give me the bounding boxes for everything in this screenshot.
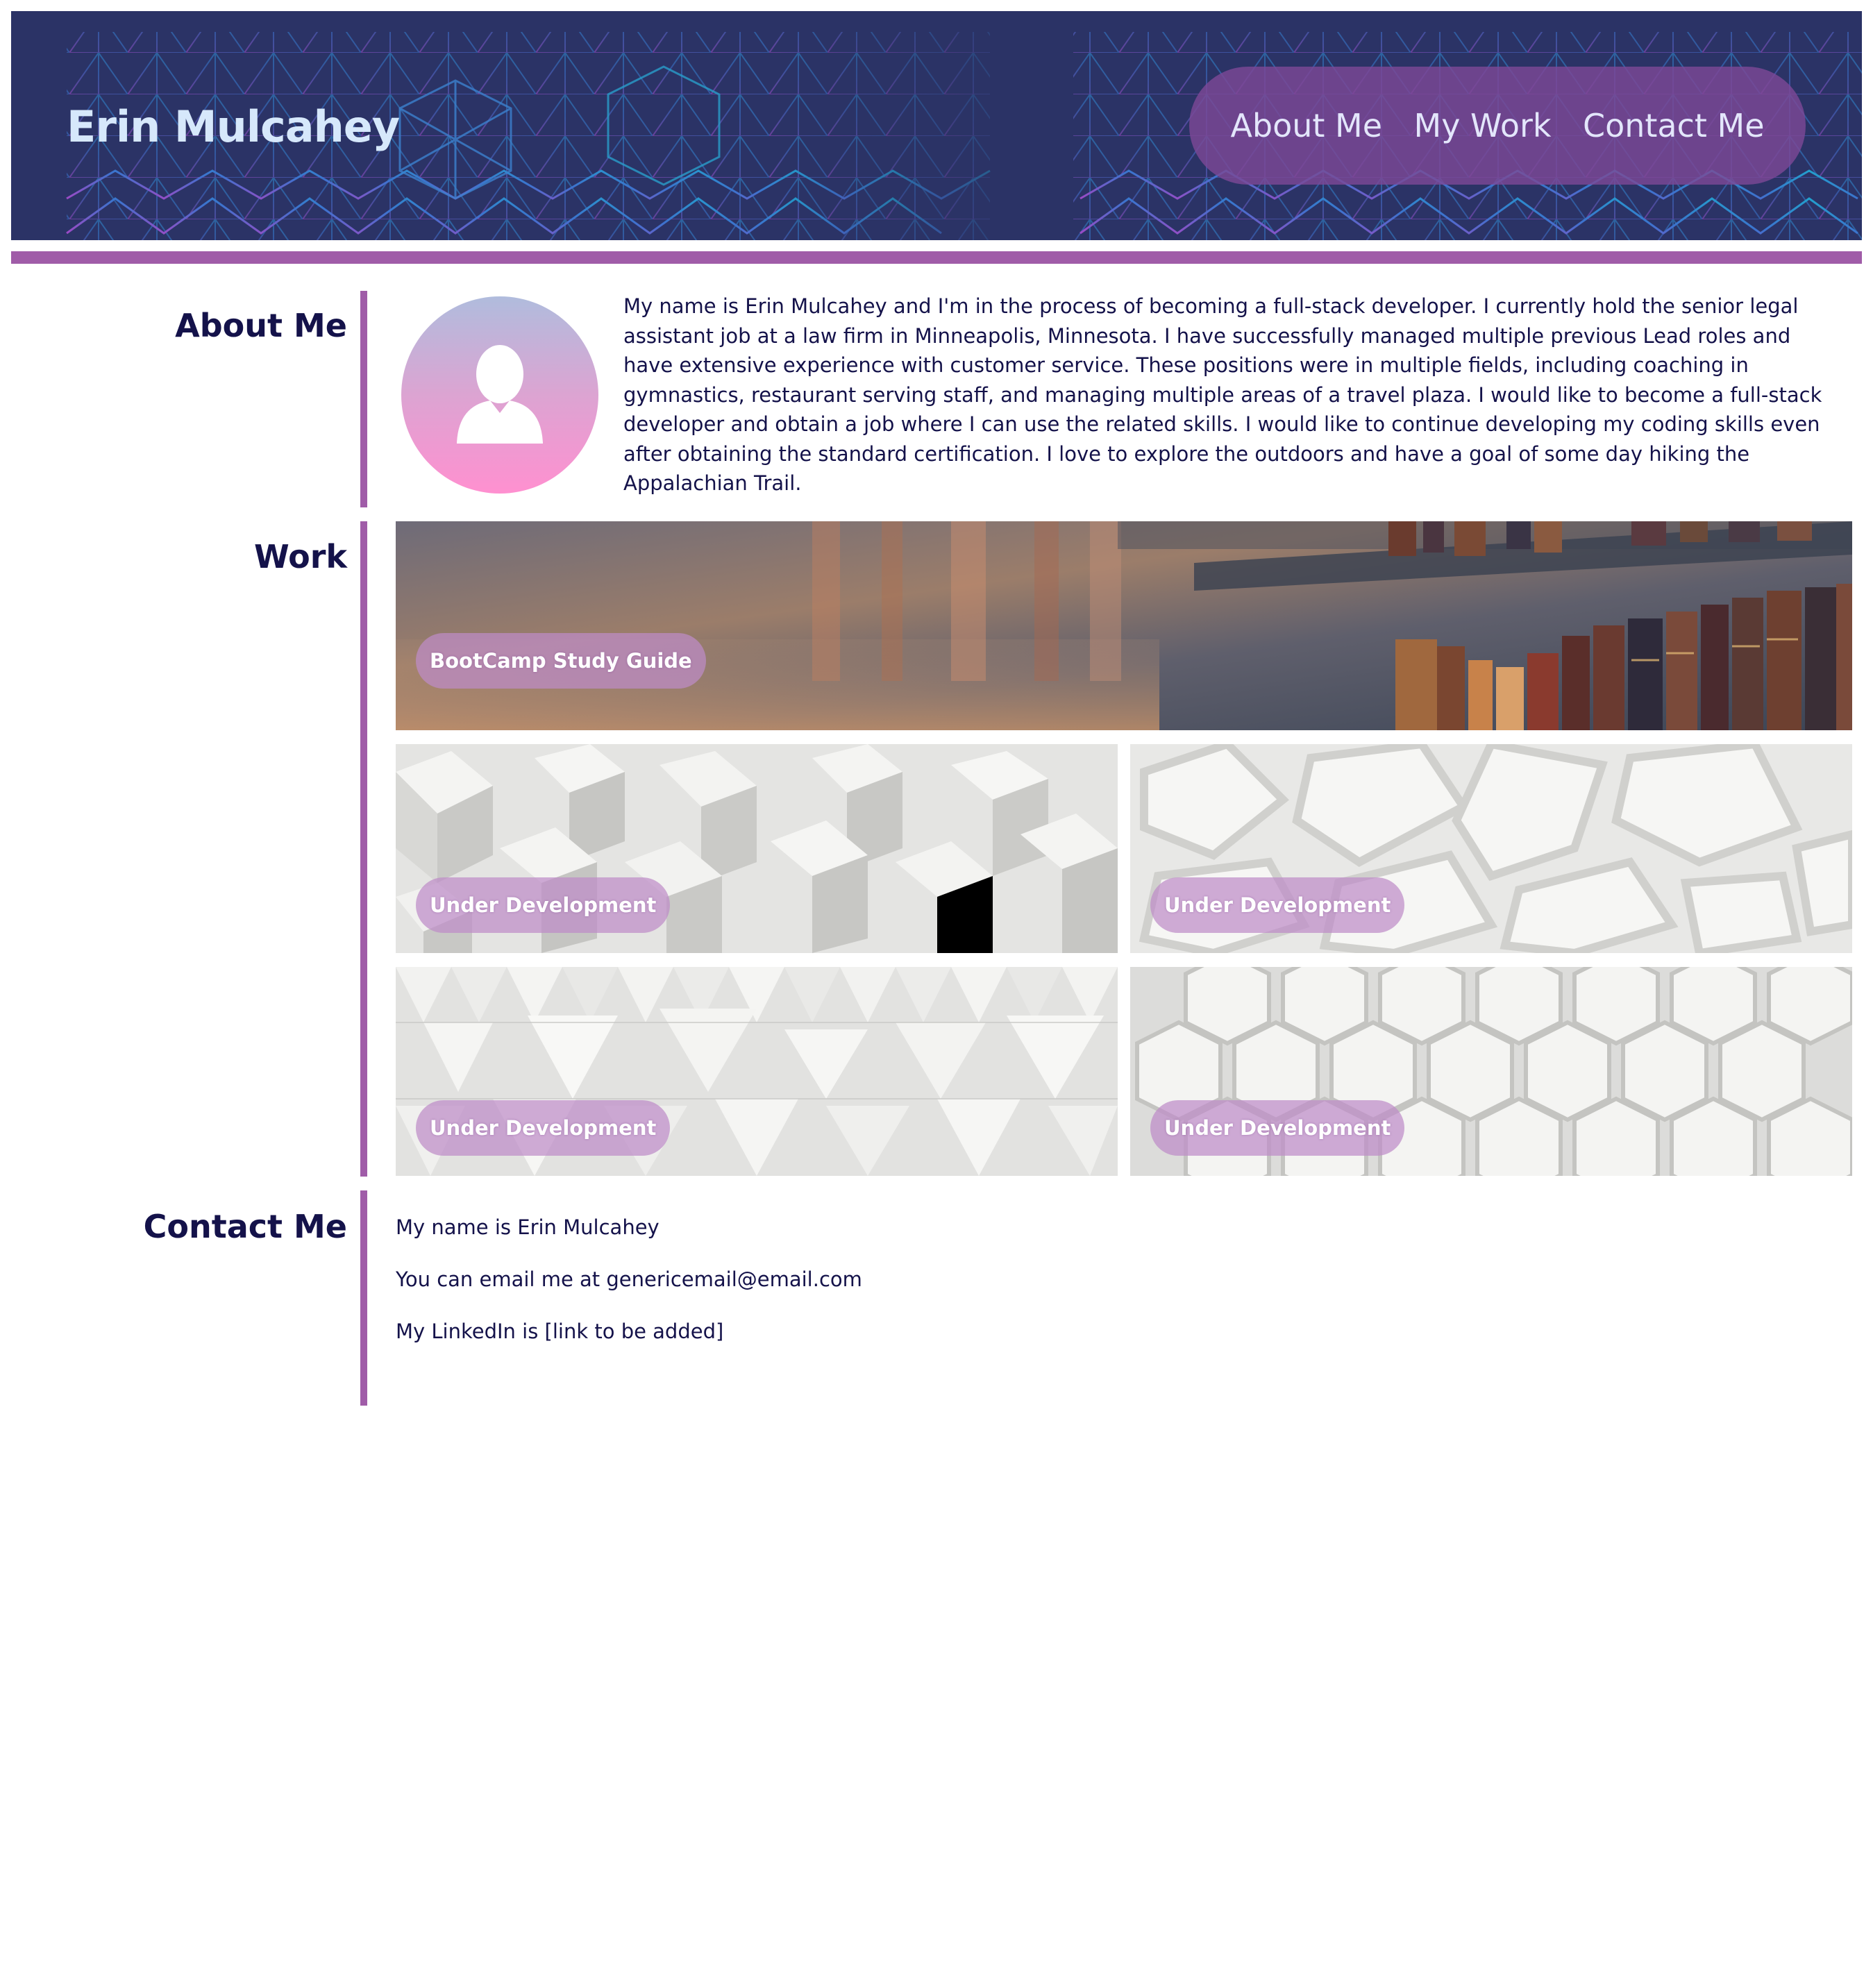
person-icon [457, 345, 543, 444]
nav-link-about-me[interactable]: About Me [1230, 107, 1382, 144]
nav-link-contact-me[interactable]: Contact Me [1583, 107, 1765, 144]
site-header: Erin Mulcahey About Me My Work Contact M… [11, 11, 1862, 240]
work-section-bar [360, 521, 367, 1177]
contact-name: My name is Erin Mulcahey [396, 1215, 660, 1239]
avatar [401, 296, 598, 494]
project-tile-under-development-3[interactable]: Under Development [396, 967, 1118, 1176]
project-label: Under Development [416, 877, 671, 933]
header-divider [11, 251, 1862, 264]
project-tile-bootcamp-study-guide[interactable]: BootCamp Study Guide [396, 521, 1852, 730]
bookshelf-image [396, 521, 1852, 730]
project-label: Under Development [1150, 877, 1405, 933]
project-tile-under-development-4[interactable]: Under Development [1130, 967, 1852, 1176]
project-tile-under-development-2[interactable]: Under Development [1130, 744, 1852, 953]
project-tile-under-development-1[interactable]: Under Development [396, 744, 1118, 953]
about-section-bar [360, 291, 367, 507]
project-label: Under Development [416, 1100, 671, 1156]
project-label: BootCamp Study Guide [416, 633, 706, 689]
about-bio: My name is Erin Mulcahey and I'm in the … [623, 294, 1822, 495]
contact-email: You can email me at genericemail@email.c… [396, 1267, 862, 1291]
nav-link-my-work[interactable]: My Work [1414, 107, 1552, 144]
site-title: Erin Mulcahey [67, 101, 400, 152]
contact-heading: Contact Me [143, 1208, 347, 1245]
work-heading: Work [254, 538, 347, 575]
project-label: Under Development [1150, 1100, 1405, 1156]
about-heading: About Me [175, 307, 347, 344]
contact-section-bar [360, 1190, 367, 1406]
main-nav: About Me My Work Contact Me [1189, 67, 1806, 185]
contact-linkedin: My LinkedIn is [link to be added] [396, 1320, 724, 1343]
